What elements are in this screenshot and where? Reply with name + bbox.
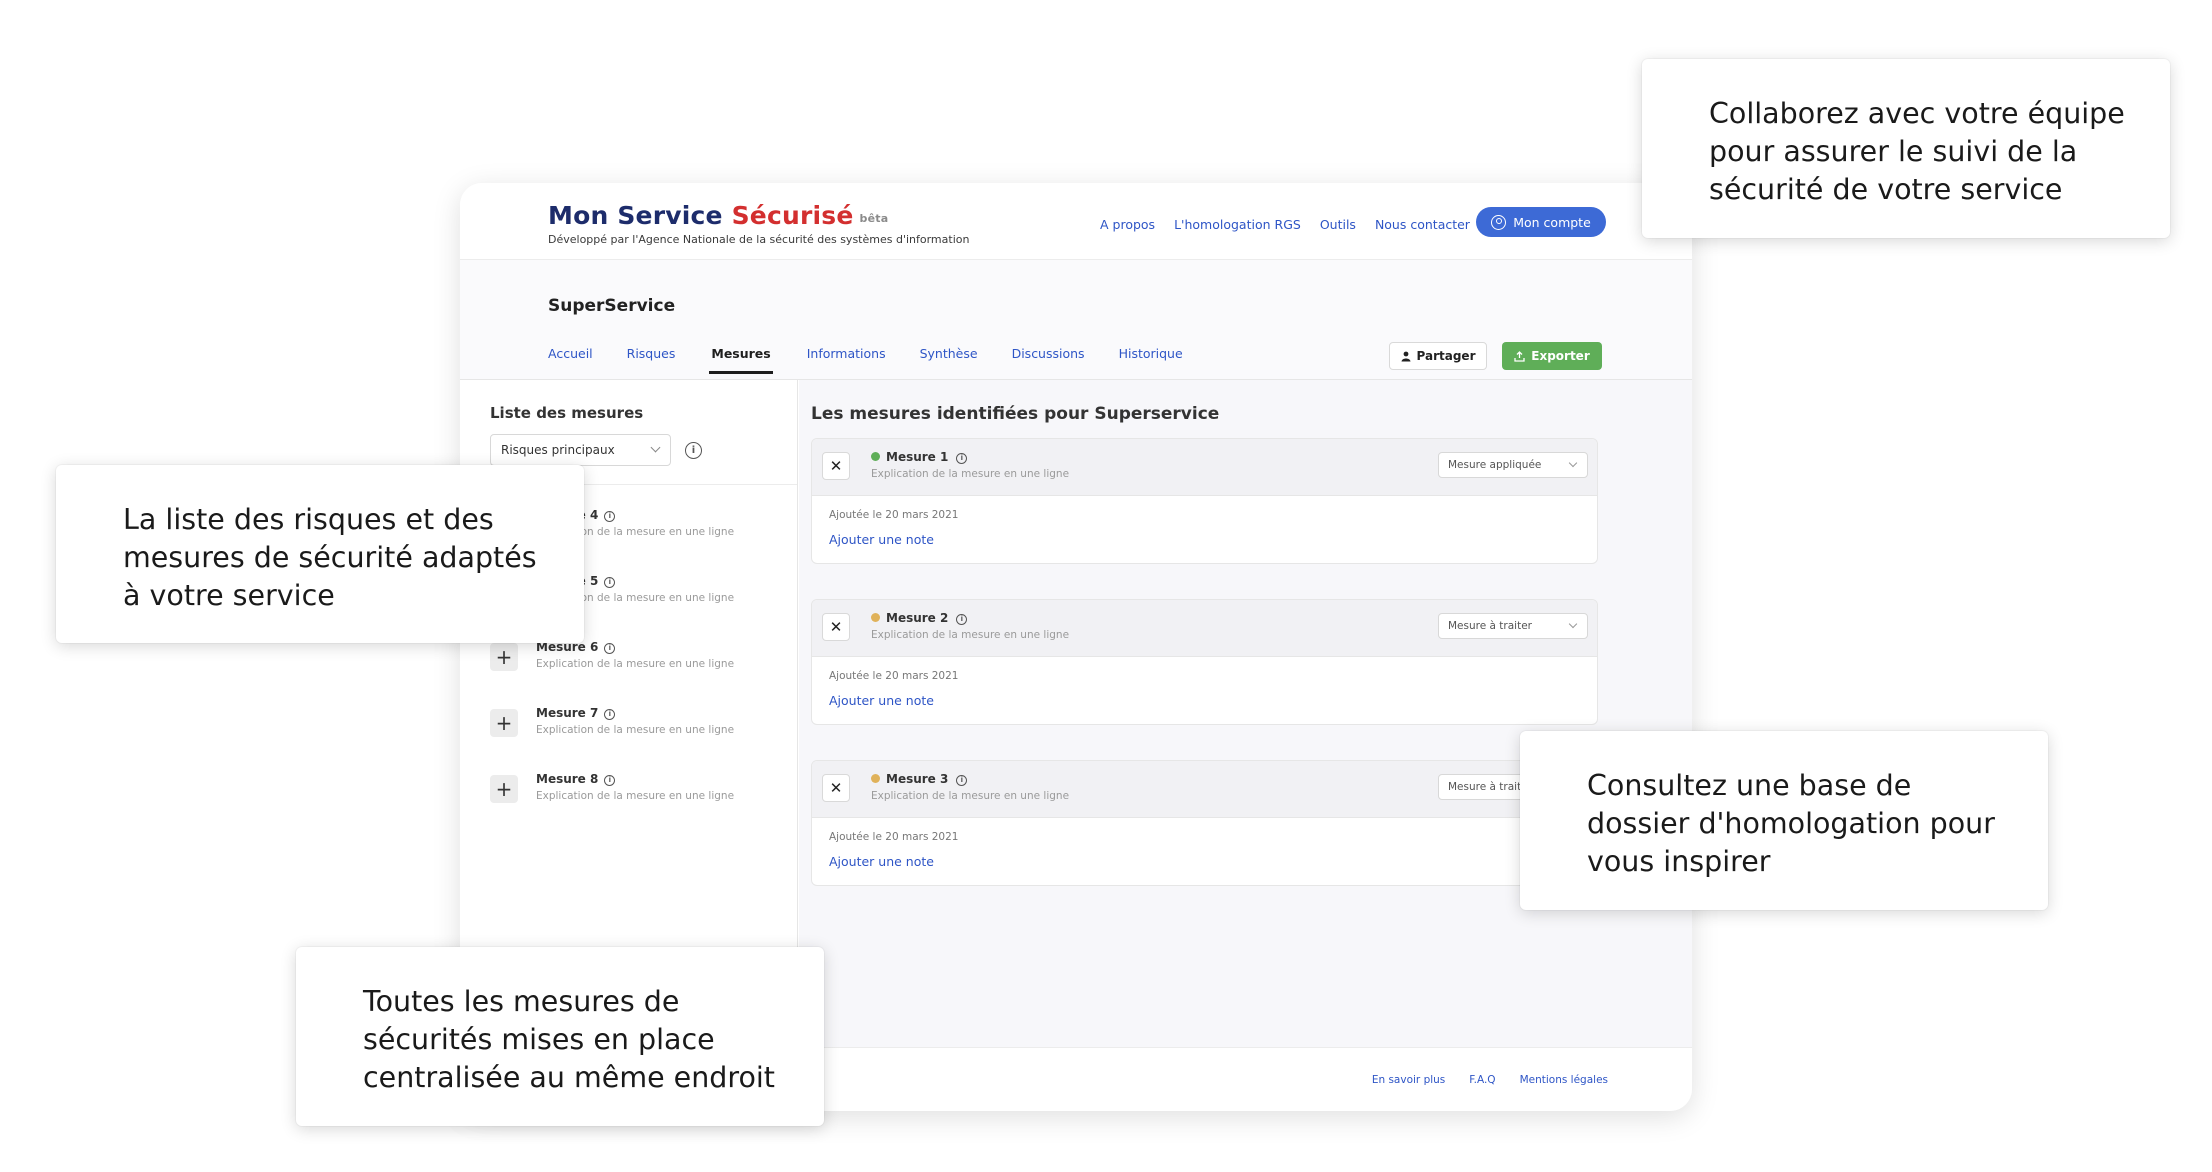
service-title: SuperService <box>548 296 676 316</box>
measure-status-select[interactable]: Mesure appliquée <box>1438 452 1588 478</box>
upload-icon <box>1514 350 1525 362</box>
export-button-label: Exporter <box>1531 349 1590 363</box>
measure-description: Explication de la mesure en une ligne <box>871 468 1070 480</box>
brand-name-part1: Mon Service <box>548 201 723 230</box>
add-measure-button[interactable]: + <box>490 775 518 803</box>
measure-status-select[interactable]: Mesure à traiter <box>1438 613 1588 639</box>
add-note-link[interactable]: Ajouter une note <box>829 532 934 547</box>
measure-card-header: ✕ Mesure 2i Explication de la mesure en … <box>812 600 1597 657</box>
measure-name: Mesure 3i <box>871 772 968 786</box>
page-title: Les mesures identifiées pour Superservic… <box>811 404 1220 424</box>
list-item: + Mesure 6i Explication de la mesure en … <box>490 640 790 680</box>
measure-card-header: ✕ Mesure 1i Explication de la mesure en … <box>812 439 1597 496</box>
tab-risques[interactable]: Risques <box>627 346 676 374</box>
nav-link-outils[interactable]: Outils <box>1320 217 1356 232</box>
info-icon[interactable]: i <box>604 774 616 786</box>
share-button-label: Partager <box>1416 349 1476 363</box>
footer-link-mentions-legales[interactable]: Mentions légales <box>1520 1074 1608 1086</box>
nav-link-contact[interactable]: Nous contacter <box>1375 217 1470 232</box>
info-icon[interactable]: i <box>604 708 616 720</box>
remove-measure-button[interactable]: ✕ <box>822 613 850 641</box>
status-dot <box>871 774 880 783</box>
tab-historique[interactable]: Historique <box>1119 346 1183 374</box>
brand-title: Mon Service Sécurisé bêta <box>548 201 969 230</box>
chevron-down-icon <box>1568 619 1578 629</box>
footer-links: En savoir plus F.A.Q Mentions légales <box>1372 1074 1608 1086</box>
beta-badge: bêta <box>859 212 889 225</box>
user-circle-icon <box>1491 214 1507 230</box>
measure-description: Explication de la mesure en une ligne <box>871 629 1070 641</box>
tab-synthese[interactable]: Synthèse <box>920 346 978 374</box>
list-item: + Mesure 8i Explication de la mesure en … <box>490 772 790 812</box>
status-dot <box>871 613 880 622</box>
measure-description: Explication de la mesure en une ligne <box>536 790 735 802</box>
info-icon[interactable]: i <box>956 452 968 464</box>
remove-measure-button[interactable]: ✕ <box>822 452 850 480</box>
main-content: Les mesures identifiées pour Superservic… <box>799 380 1692 1047</box>
footer-link-faq[interactable]: F.A.Q <box>1469 1074 1495 1086</box>
measure-name: Mesure 1i <box>871 450 968 464</box>
callout-measures: Toutes les mesures de sécurités mises en… <box>296 947 824 1126</box>
callout-collaborate: Collaborez avec votre équipe pour assure… <box>1642 59 2170 238</box>
risk-filter-value: Risques principaux <box>501 443 615 457</box>
callout-risks: La liste des risques et des mesures de s… <box>56 465 584 643</box>
info-icon[interactable]: i <box>604 576 616 588</box>
measure-description: Explication de la mesure en une ligne <box>871 790 1070 802</box>
add-note-link[interactable]: Ajouter une note <box>829 854 934 869</box>
info-icon[interactable]: i <box>956 774 968 786</box>
chevron-down-icon <box>650 442 661 453</box>
service-tabs: Accueil Risques Mesures Informations Syn… <box>548 346 1217 374</box>
info-icon[interactable]: i <box>956 613 968 625</box>
measure-name: Mesure 8i <box>536 772 616 786</box>
remove-measure-button[interactable]: ✕ <box>822 774 850 802</box>
footer-link-en-savoir-plus[interactable]: En savoir plus <box>1372 1074 1445 1086</box>
status-dot <box>871 452 880 461</box>
share-button[interactable]: Partager <box>1389 342 1487 370</box>
nav-link-homologation[interactable]: L'homologation RGS <box>1174 217 1301 232</box>
brand[interactable]: Mon Service Sécurisé bêta Développé par l… <box>548 201 969 246</box>
list-item: + Mesure 7i Explication de la mesure en … <box>490 706 790 746</box>
measure-card: ✕ Mesure 3i Explication de la mesure en … <box>811 760 1598 886</box>
add-measure-button[interactable]: + <box>490 643 518 671</box>
measure-card: ✕ Mesure 2i Explication de la mesure en … <box>811 599 1598 725</box>
measure-card: ✕ Mesure 1i Explication de la mesure en … <box>811 438 1598 564</box>
measure-description: Explication de la mesure en une ligne <box>536 724 735 736</box>
service-header: SuperService Accueil Risques Mesures Inf… <box>460 260 1692 380</box>
tab-mesures[interactable]: Mesures <box>709 346 773 374</box>
account-button-label: Mon compte <box>1513 214 1591 230</box>
sidebar-title: Liste des mesures <box>490 404 644 422</box>
info-icon[interactable]: i <box>604 642 616 654</box>
callout-dossier: Consultez une base de dossier d'homologa… <box>1520 731 2048 910</box>
person-icon <box>1401 351 1411 361</box>
risk-filter-select[interactable]: Risques principaux <box>490 434 671 466</box>
nav-link-a-propos[interactable]: A propos <box>1100 217 1155 232</box>
measure-description: Explication de la mesure en une ligne <box>536 658 735 670</box>
top-header: Mon Service Sécurisé bêta Développé par l… <box>460 183 1692 260</box>
added-date: Ajoutée le 20 mars 2021 <box>829 509 959 521</box>
add-note-link[interactable]: Ajouter une note <box>829 693 934 708</box>
brand-subtitle: Développé par l'Agence Nationale de la s… <box>548 233 970 246</box>
measure-name: Mesure 2i <box>871 611 968 625</box>
brand-name-part2: Sécurisé <box>731 201 854 230</box>
add-measure-button[interactable]: + <box>490 709 518 737</box>
measure-card-header: ✕ Mesure 3i Explication de la mesure en … <box>812 761 1597 818</box>
measure-name: Mesure 7i <box>536 706 616 720</box>
top-nav: A propos L'homologation RGS Outils Nous … <box>1100 217 1470 232</box>
tab-accueil[interactable]: Accueil <box>548 346 593 374</box>
chevron-down-icon <box>1568 458 1578 468</box>
account-button[interactable]: Mon compte <box>1476 207 1606 237</box>
export-button[interactable]: Exporter <box>1502 342 1602 370</box>
added-date: Ajoutée le 20 mars 2021 <box>829 670 959 682</box>
info-icon[interactable]: i <box>685 442 702 459</box>
tab-informations[interactable]: Informations <box>807 346 886 374</box>
added-date: Ajoutée le 20 mars 2021 <box>829 831 959 843</box>
tab-discussions[interactable]: Discussions <box>1012 346 1085 374</box>
info-icon[interactable]: i <box>604 510 616 522</box>
